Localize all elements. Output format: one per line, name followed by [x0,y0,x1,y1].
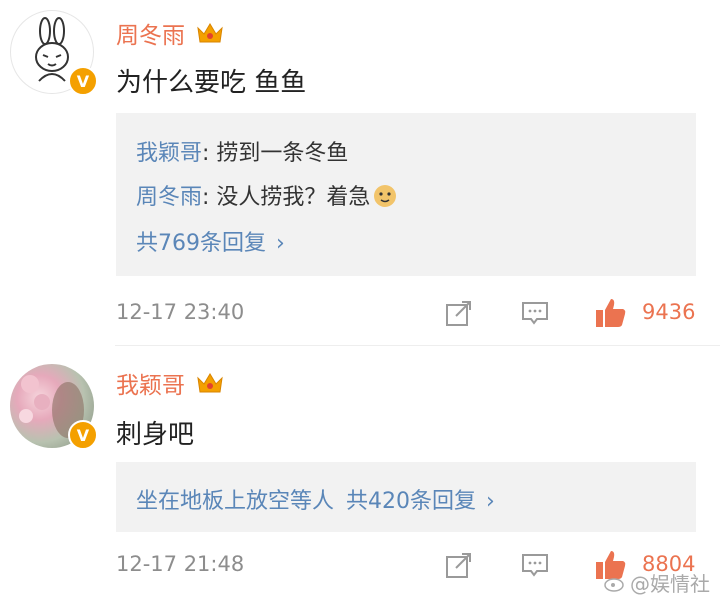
chevron-right-icon: › [486,489,495,514]
reply-item: 周冬雨: 没人捞我？着急 [136,179,398,211]
reply-username[interactable]: 我颖哥 [136,141,202,166]
reply-username[interactable]: 坐在地板上放空等人 [136,483,334,515]
comment-text: 刺身吧 [116,420,195,450]
like-button[interactable] [594,296,628,330]
weibo-logo-icon [604,577,624,592]
share-button[interactable] [442,548,476,582]
reply-username[interactable]: 周冬雨 [136,179,202,211]
reply-item: 我颖哥: 捞到一条冬鱼 [136,135,348,167]
comment-button[interactable] [518,548,552,582]
timestamp: 12-17 23:40 [116,300,245,324]
more-replies-label: 共769条回复 [136,231,266,256]
avatar[interactable]: V [10,10,98,96]
more-replies-link[interactable]: 共769条回复 › [136,225,285,257]
comment-footer: 12-17 23:40 9436 [116,294,720,334]
reply-text: : 没人捞我？着急 [202,185,371,210]
doge-emoji-icon [374,185,397,207]
crown-icon [197,373,223,393]
chevron-right-icon: › [276,231,285,256]
comment-icon [522,302,548,325]
like-count: 9436 [642,300,696,324]
watermark-text: @娱情社 [630,572,710,596]
comment-item: V 周冬雨 为什么要吃 鱼鱼 我颖哥: 捞到一条冬鱼 周冬雨: 没人捞我？着急 … [0,0,720,345]
share-icon [446,301,471,326]
comment-icon [522,554,548,577]
crown-icon [197,23,223,43]
reply-text: : 捞到一条冬鱼 [202,141,349,166]
more-replies-label: 共420条回复 [346,489,477,514]
thumbs-up-icon [596,299,626,327]
username[interactable]: 我颖哥 [116,366,185,400]
username[interactable]: 周冬雨 [116,16,185,50]
watermark: @娱情社 [604,568,710,597]
reply-box[interactable]: 我颖哥: 捞到一条冬鱼 周冬雨: 没人捞我？着急 共769条回复 › [116,113,696,276]
comment-text: 为什么要吃 鱼鱼 [116,68,307,98]
verified-badge-icon: V [68,420,98,450]
timestamp: 12-17 21:48 [116,552,245,576]
share-button[interactable] [442,296,476,330]
reply-box[interactable]: 坐在地板上放空等人 共420条回复 › [116,462,696,532]
comment-item: V 我颖哥 刺身吧 坐在地板上放空等人 共420条回复 › 12-17 21:48 [0,346,720,603]
avatar[interactable]: V [10,364,98,450]
more-replies-link[interactable]: 共420条回复 › [346,483,495,515]
verified-badge-icon: V [68,66,98,96]
share-icon [446,553,471,578]
comment-button[interactable] [518,296,552,330]
reply-summary: 坐在地板上放空等人 共420条回复 › [136,483,495,515]
